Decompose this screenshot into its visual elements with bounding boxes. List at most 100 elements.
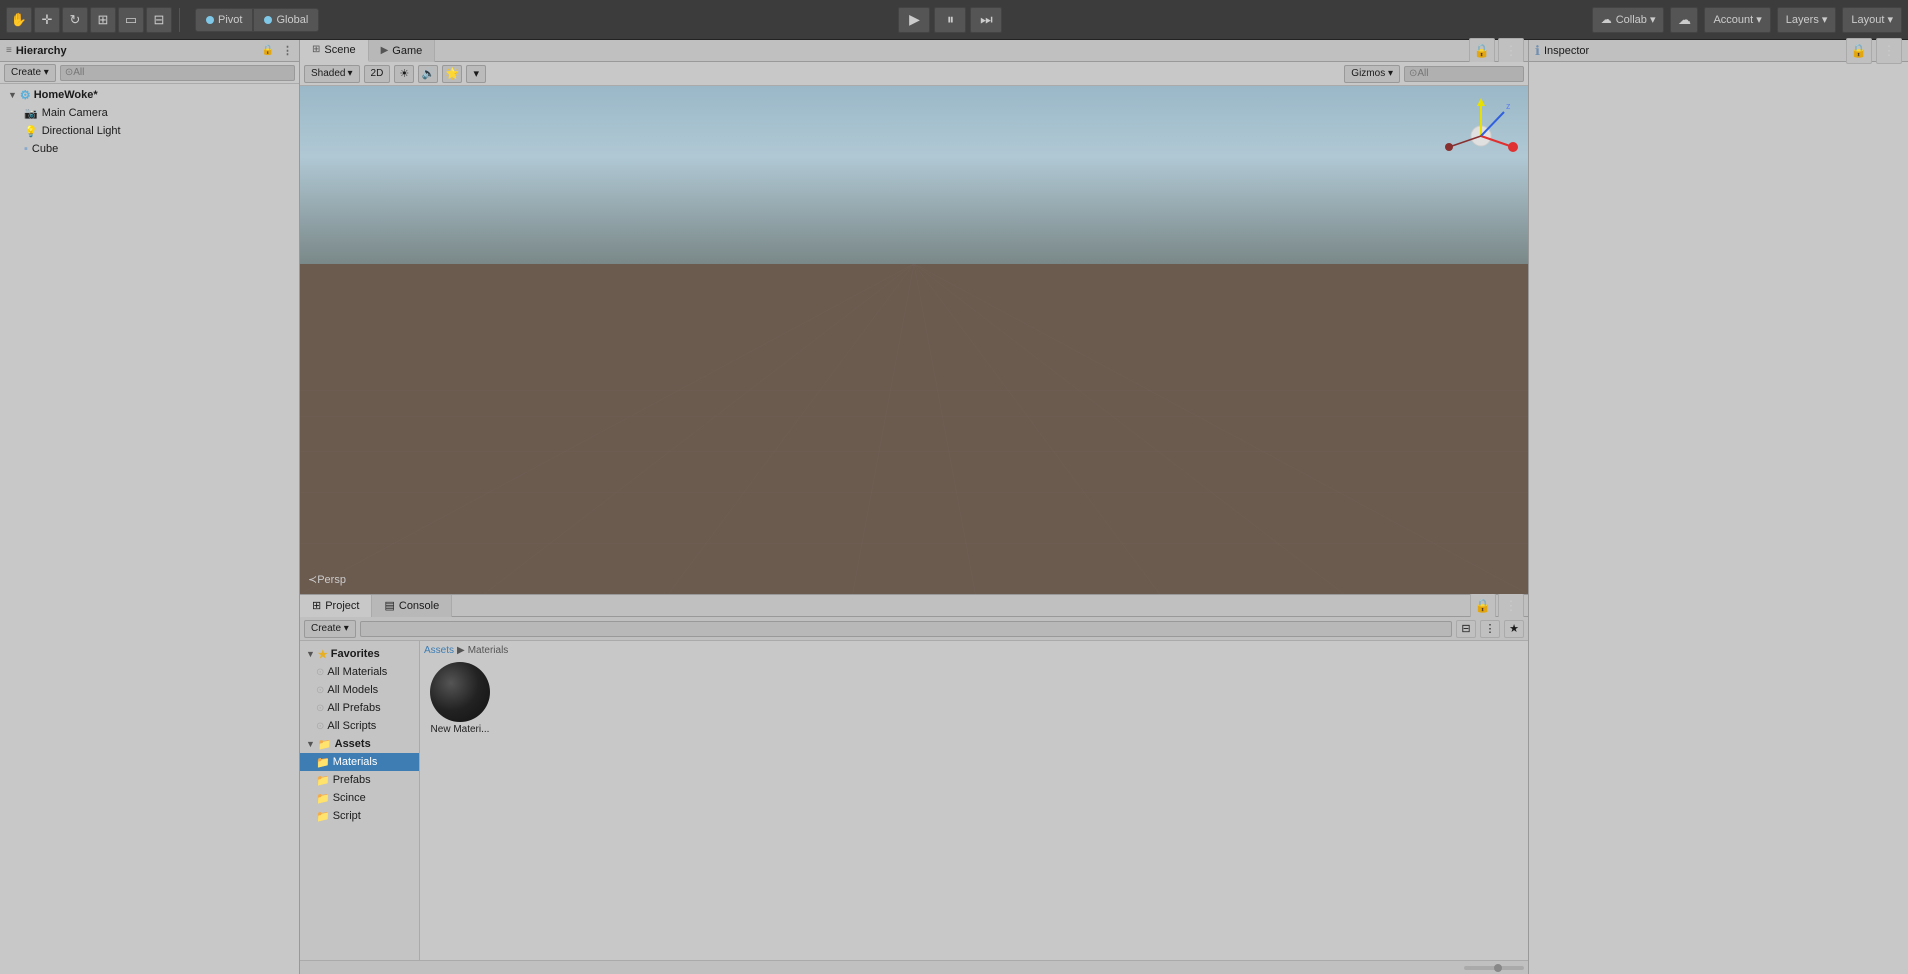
scene-tab-controls: 🔒 ⋮ bbox=[1469, 38, 1528, 64]
project-create-btn[interactable]: Create ▾ bbox=[304, 620, 356, 638]
project-icon-btn2[interactable]: ⋮ bbox=[1480, 620, 1500, 638]
scene-search-input[interactable] bbox=[1404, 66, 1524, 82]
layers-label: Layers ▾ bbox=[1786, 13, 1828, 26]
hierarchy-lock-icon[interactable]: 🔒 bbox=[262, 45, 274, 56]
project-tree: ▼ ★ Favorites ⊙ All Materials ⊙ All Mode… bbox=[300, 641, 420, 960]
hierarchy-scene-root[interactable]: ▼ ⚙ HomeWoke* bbox=[0, 86, 299, 104]
bottom-scroll bbox=[300, 960, 1528, 974]
tab-game[interactable]: ▶ Game bbox=[369, 40, 436, 62]
hierarchy-create-btn[interactable]: Create ▾ bbox=[4, 64, 56, 82]
hierarchy-item-directional-light[interactable]: 💡 Directional Light bbox=[0, 122, 299, 140]
tab-scene[interactable]: ⊞ Scene bbox=[300, 40, 369, 62]
scene-maximize-btn[interactable]: 🔒 bbox=[1469, 38, 1495, 64]
hierarchy-item-label: Directional Light bbox=[42, 125, 121, 137]
collab-btn[interactable]: ☁ Collab ▾ bbox=[1592, 7, 1665, 33]
favorites-section[interactable]: ▼ ★ Favorites bbox=[300, 645, 419, 663]
shaded-btn[interactable]: Shaded ▾ bbox=[304, 65, 360, 83]
hierarchy-search-input[interactable] bbox=[60, 65, 295, 81]
layout-label: Layout ▾ bbox=[1851, 13, 1893, 26]
hierarchy-item-label: Cube bbox=[32, 143, 58, 155]
cube-icon: ▪ bbox=[24, 143, 28, 155]
play-btn[interactable]: ▶ bbox=[898, 7, 930, 33]
project-icon-btn3[interactable]: ★ bbox=[1504, 620, 1524, 638]
tab-console[interactable]: ▤ Console bbox=[372, 595, 452, 617]
assets-label: Assets bbox=[335, 738, 371, 750]
scene-menu-btn[interactable]: ▾ bbox=[466, 65, 486, 83]
scene-gizmo[interactable]: z bbox=[1442, 94, 1520, 172]
scene-view[interactable]: z ≺Persp bbox=[300, 86, 1528, 594]
global-btn[interactable]: Global bbox=[253, 8, 319, 32]
rect-tool-btn[interactable]: ▭ bbox=[118, 7, 144, 33]
gizmos-btn[interactable]: Gizmos ▾ bbox=[1344, 65, 1400, 83]
lighting-btn[interactable]: ☀ bbox=[394, 65, 414, 83]
project-search-container bbox=[360, 621, 1452, 637]
project-icon-btn1[interactable]: ⊟ bbox=[1456, 620, 1476, 638]
cloud-btn[interactable]: ☁ bbox=[1670, 7, 1698, 33]
rotate-tool-btn[interactable]: ↻ bbox=[62, 7, 88, 33]
zoom-slider bbox=[1464, 966, 1524, 970]
pause-btn[interactable]: ⏸ bbox=[934, 7, 966, 33]
hierarchy-item-main-camera[interactable]: 📷 Main Camera bbox=[0, 104, 299, 122]
center-column: ⊞ Scene ▶ Game 🔒 ⋮ Shaded ▾ 2D ☀ bbox=[300, 40, 1528, 974]
favorites-icon: ★ bbox=[318, 648, 328, 661]
hierarchy-item-cube[interactable]: ▪ Cube bbox=[0, 140, 299, 158]
bottom-lock-btn[interactable]: 🔒 bbox=[1470, 593, 1496, 619]
zoom-slider-track[interactable] bbox=[1464, 966, 1524, 970]
pivot-global-group: Pivot Global bbox=[195, 8, 319, 32]
project-tab-label: Project bbox=[325, 600, 359, 612]
hierarchy-menu-icon[interactable]: ⋮ bbox=[282, 44, 293, 57]
hierarchy-icon: ≡ bbox=[6, 45, 12, 56]
game-tab-label: Game bbox=[392, 45, 422, 57]
script-folder-label: Script bbox=[333, 810, 361, 822]
breadcrumb-assets[interactable]: Assets bbox=[424, 645, 454, 656]
tree-item-script[interactable]: 📁 Script bbox=[300, 807, 419, 825]
center-main: z ≺Persp ⊞ Project ▤ bbox=[300, 86, 1528, 974]
right-toolbar: ☁ Collab ▾ ☁ Account ▾ Layers ▾ Layout ▾ bbox=[1592, 7, 1902, 33]
scene-icon: ⚙ bbox=[20, 88, 31, 102]
materials-folder-label: Materials bbox=[333, 756, 378, 768]
2d-label: 2D bbox=[371, 68, 384, 79]
scince-folder-icon: 📁 bbox=[316, 792, 330, 805]
zoom-slider-thumb[interactable] bbox=[1494, 964, 1502, 972]
audio-btn[interactable]: 🔊 bbox=[418, 65, 438, 83]
move-tool-btn[interactable]: ✛ bbox=[34, 7, 60, 33]
scale-tool-btn[interactable]: ⊞ bbox=[90, 7, 116, 33]
fx-btn[interactable]: 🌟 bbox=[442, 65, 462, 83]
script-folder-icon: 📁 bbox=[316, 810, 330, 823]
scene-grid-svg bbox=[300, 86, 1528, 594]
inspector-lock-btn[interactable]: 🔒 bbox=[1846, 38, 1872, 64]
account-btn[interactable]: Account ▾ bbox=[1704, 7, 1770, 33]
tree-item-prefabs[interactable]: 📁 Prefabs bbox=[300, 771, 419, 789]
favorites-materials-label: All Materials bbox=[327, 666, 387, 678]
prefabs-folder-icon: 📁 bbox=[316, 774, 330, 787]
2d-btn[interactable]: 2D bbox=[364, 65, 391, 83]
breadcrumb-materials: Materials bbox=[468, 645, 509, 656]
bottom-more-btn[interactable]: ⋮ bbox=[1498, 593, 1524, 619]
favorites-all-prefabs[interactable]: ⊙ All Prefabs bbox=[300, 699, 419, 717]
pivot-btn[interactable]: Pivot bbox=[195, 8, 253, 32]
project-search-input[interactable] bbox=[360, 621, 1452, 637]
assets-section[interactable]: ▼ 📁 Assets bbox=[300, 735, 419, 753]
shaded-arrow: ▾ bbox=[347, 68, 352, 79]
scene-more-btn[interactable]: ⋮ bbox=[1498, 38, 1524, 64]
scene-toolbar: Shaded ▾ 2D ☀ 🔊 🌟 ▾ Gizmos ▾ bbox=[300, 62, 1528, 86]
divider-1 bbox=[179, 8, 180, 32]
asset-grid: New Materi... bbox=[424, 660, 1524, 737]
step-btn[interactable]: ⏭ bbox=[970, 7, 1002, 33]
inspector-more-btn[interactable]: ⋮ bbox=[1876, 38, 1902, 64]
search-icon-prefabs: ⊙ bbox=[316, 703, 324, 714]
tab-project[interactable]: ⊞ Project bbox=[300, 595, 372, 617]
top-toolbar: ✋ ✛ ↻ ⊞ ▭ ⊟ Pivot Global ▶ ⏸ ⏭ ☁ Collab … bbox=[0, 0, 1908, 40]
favorites-all-scripts[interactable]: ⊙ All Scripts bbox=[300, 717, 419, 735]
transform-all-btn[interactable]: ⊟ bbox=[146, 7, 172, 33]
scene-tab-label: Scene bbox=[324, 44, 355, 56]
tree-item-materials[interactable]: 📁 Materials bbox=[300, 753, 419, 771]
favorites-all-materials[interactable]: ⊙ All Materials bbox=[300, 663, 419, 681]
tree-item-scince[interactable]: 📁 Scince bbox=[300, 789, 419, 807]
layers-btn[interactable]: Layers ▾ bbox=[1777, 7, 1837, 33]
asset-item-material[interactable]: New Materi... bbox=[424, 660, 496, 737]
hand-tool-btn[interactable]: ✋ bbox=[6, 7, 32, 33]
global-label: Global bbox=[276, 14, 308, 26]
favorites-all-models[interactable]: ⊙ All Models bbox=[300, 681, 419, 699]
layout-btn[interactable]: Layout ▾ bbox=[1842, 7, 1902, 33]
